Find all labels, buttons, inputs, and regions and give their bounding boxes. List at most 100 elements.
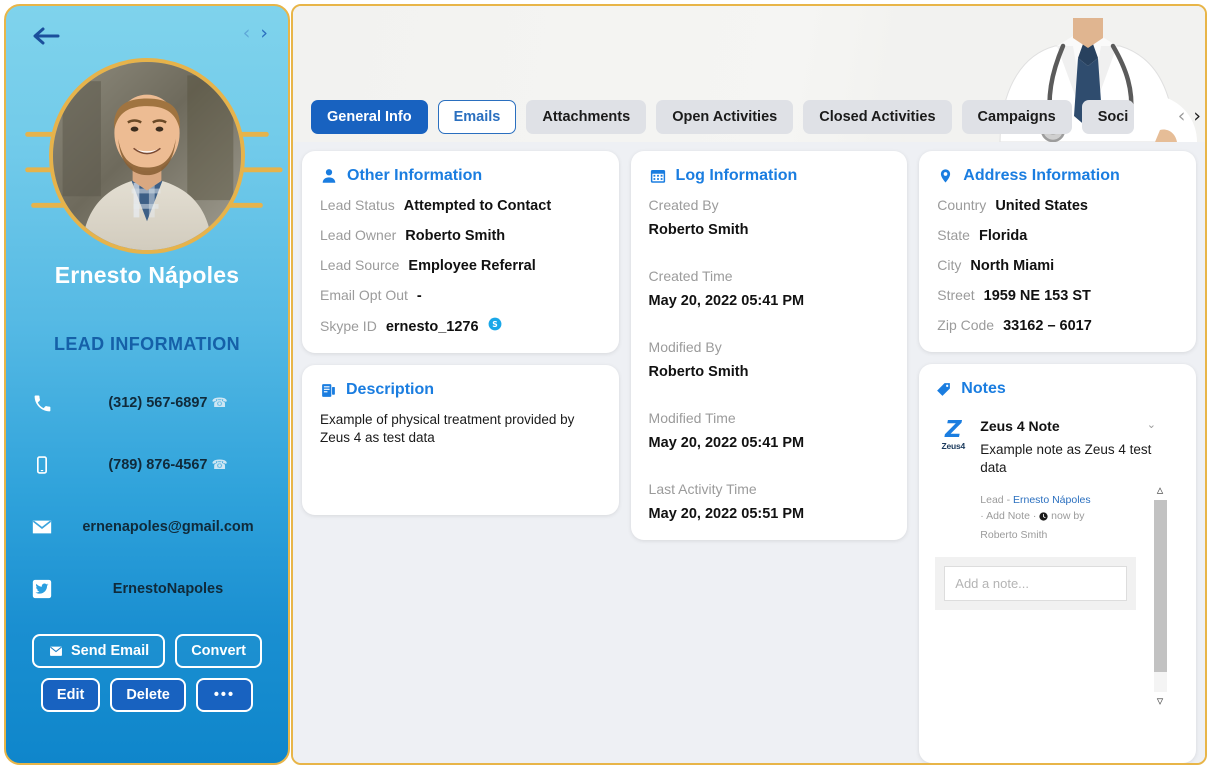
lead-sidebar: ‹ › Ernesto Nápoles LEAD INFORMATION (31… <box>4 4 290 765</box>
tab-scroll-right-icon[interactable]: › <box>1193 107 1201 126</box>
tab-open-activities[interactable]: Open Activities <box>656 100 794 134</box>
note-item: Z Zeus4 Zeus 4 Note Example note as Zeus… <box>935 418 1158 543</box>
scrollbar-thumb[interactable] <box>1153 500 1167 672</box>
email-icon <box>30 515 54 539</box>
send-email-label: Send Email <box>71 643 150 659</box>
notes-list: ⌄ Z Zeus4 Zeus 4 Note Example note as Ze… <box>935 418 1180 708</box>
contact-row-mobile: (789) 876-4567 ☎ <box>6 434 288 496</box>
lead-detail-page: ‹ › Ernesto Nápoles LEAD INFORMATION (31… <box>0 0 1211 769</box>
contact-row-twitter: ErnestoNapoles <box>6 558 288 620</box>
more-actions-label: ••• <box>213 687 236 703</box>
log-information-title: Log Information <box>675 167 798 184</box>
tab-campaigns[interactable]: Campaigns <box>961 100 1072 134</box>
description-text: Example of physical treatment provided b… <box>320 412 575 446</box>
back-arrow-icon[interactable] <box>30 22 62 50</box>
next-record-icon[interactable]: › <box>260 24 268 43</box>
notes-header: Notes <box>935 380 1180 398</box>
tab-emails[interactable]: Emails <box>437 100 517 134</box>
field-value: 33162 – 6017 <box>1003 318 1092 334</box>
delete-button[interactable]: Delete <box>110 678 186 712</box>
other-information-card: Other Information Lead Status Attempted … <box>302 151 619 353</box>
log-value: May 20, 2022 05:41 PM <box>648 293 805 309</box>
send-email-button[interactable]: Send Email <box>32 634 166 668</box>
scroll-down-icon[interactable]: ▿ <box>1157 695 1164 708</box>
address-information-header: Address Information <box>937 167 1178 185</box>
tab-scroll-controls: ‹ › <box>1178 107 1201 126</box>
log-value: Roberto Smith <box>648 364 749 380</box>
note-meta-bullet-1: · <box>980 510 984 523</box>
edit-button[interactable]: Edit <box>40 678 101 712</box>
envelope-icon <box>50 646 62 656</box>
chevron-down-icon[interactable]: ⌄ <box>1147 418 1156 431</box>
scroll-up-icon[interactable]: ▵ <box>1157 484 1164 497</box>
description-header: Description <box>320 381 601 399</box>
tab-social[interactable]: Soci <box>1081 100 1134 134</box>
note-meta-action: Add Note <box>986 510 1030 523</box>
log-row-modified-time: Modified Time May 20, 2022 05:41 PM <box>649 410 890 451</box>
mobile-number-text: (789) 876-4567 <box>108 457 208 473</box>
scrollbar-track[interactable] <box>1153 500 1167 692</box>
other-information-title: Other Information <box>347 167 483 184</box>
field-label: Lead Source <box>320 257 400 273</box>
column-right: Address Information Country United State… <box>919 151 1197 763</box>
more-actions-button[interactable]: ••• <box>195 678 254 712</box>
sidebar-topbar: ‹ › <box>6 6 288 64</box>
address-information-title: Address Information <box>963 167 1120 184</box>
other-information-header: Other Information <box>320 167 601 185</box>
field-value: Employee Referral <box>408 258 536 274</box>
tab-scroll-left-icon[interactable]: ‹ <box>1178 107 1186 126</box>
field-label: City <box>937 257 962 273</box>
contact-value-email[interactable]: ernenapoles@gmail.com <box>66 519 270 535</box>
record-nav: ‹ › <box>243 24 268 43</box>
svg-text:S: S <box>492 320 497 329</box>
contact-value-mobile[interactable]: (789) 876-4567 ☎ <box>66 457 270 473</box>
log-row-created-time: Created Time May 20, 2022 05:41 PM <box>649 268 890 309</box>
field-lead-source: Lead Source Employee Referral <box>320 257 601 274</box>
call-icon[interactable]: ☎ <box>211 395 227 410</box>
tab-attachments[interactable]: Attachments <box>526 100 647 134</box>
contact-value-phone[interactable]: (312) 567-6897 ☎ <box>66 395 270 411</box>
note-meta-time: now <box>1051 510 1071 523</box>
contact-value-twitter[interactable]: ErnestoNapoles <box>66 581 270 597</box>
notes-card: Notes ⌄ Z Zeus4 Zeus 4 Note Example note… <box>919 364 1197 763</box>
call-icon-mobile[interactable]: ☎ <box>211 457 227 472</box>
delete-label: Delete <box>126 687 170 703</box>
prev-record-icon[interactable]: ‹ <box>243 24 251 43</box>
log-row-created-by: Created By Roberto Smith <box>649 197 890 238</box>
notes-scrollbar[interactable]: ▵ ▿ <box>1152 484 1168 708</box>
convert-label: Convert <box>191 643 246 659</box>
tab-bar: General Info Emails Attachments Open Act… <box>311 100 1134 134</box>
field-value: Roberto Smith <box>405 228 506 244</box>
field-value: Florida <box>978 228 1028 244</box>
zeus-logo-icon: Z Zeus4 <box>935 418 971 543</box>
column-middle: Log Information Created By Roberto Smith… <box>630 151 908 763</box>
note-meta-record-link[interactable]: Ernesto Nápoles <box>1013 494 1091 506</box>
description-card: Description Example of physical treatmen… <box>302 365 619 515</box>
field-value: United States <box>995 198 1088 214</box>
contact-row-phone: (312) 567-6897 ☎ <box>6 372 288 434</box>
tab-general-info[interactable]: General Info <box>311 100 428 134</box>
phone-number-text: (312) 567-6897 <box>108 395 208 411</box>
log-label: Created Time <box>648 268 733 284</box>
sidebar-actions-row-2: Edit Delete ••• <box>6 678 288 712</box>
note-title: Zeus 4 Note <box>980 418 1060 434</box>
field-value: 1959 NE 153 ST <box>983 288 1091 304</box>
main-panel: General Info Emails Attachments Open Act… <box>291 4 1207 765</box>
header-banner: General Info Emails Attachments Open Act… <box>293 6 1205 142</box>
field-label: Skype ID <box>320 318 377 334</box>
convert-button[interactable]: Convert <box>175 634 262 668</box>
field-lead-owner: Lead Owner Roberto Smith <box>320 227 601 244</box>
tab-closed-activities[interactable]: Closed Activities <box>803 100 952 134</box>
field-value: - <box>416 288 422 304</box>
mobile-icon <box>30 453 54 477</box>
avatar[interactable] <box>49 58 245 254</box>
edit-label: Edit <box>56 687 85 703</box>
log-label: Modified By <box>648 339 722 355</box>
add-note-input[interactable] <box>944 565 1128 601</box>
tag-icon <box>937 382 951 396</box>
log-label: Modified Time <box>648 410 736 426</box>
skype-icon[interactable]: S <box>488 317 502 331</box>
note-meta-by: by <box>1073 510 1085 523</box>
map-pin-icon <box>941 168 951 183</box>
note-composer <box>935 556 1137 610</box>
